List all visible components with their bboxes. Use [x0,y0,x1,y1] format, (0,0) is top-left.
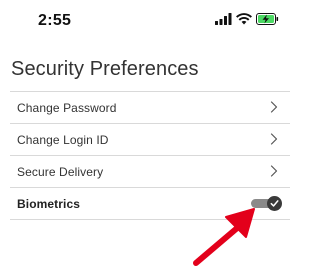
battery-charging-icon [256,13,279,25]
settings-item-secure-delivery[interactable]: Secure Delivery [10,155,290,187]
wifi-icon [236,13,252,25]
red-arrow-icon [193,208,255,266]
status-bar: 2:55 [0,0,299,40]
mobile-screen: 2:55 Security Preferences Change Passwor… [0,0,299,273]
signal-icon [215,13,232,25]
status-icons [215,13,279,29]
chevron-right-icon [270,133,278,145]
settings-item-change-password[interactable]: Change Password [10,91,290,123]
settings-item-label: Secure Delivery [17,164,104,179]
security-settings-list: Change Password Change Login ID Secure D… [10,91,290,220]
chevron-right-icon [270,101,278,113]
status-time: 2:55 [38,12,72,29]
settings-item-label: Biometrics [17,196,81,211]
chevron-right-icon [270,165,278,177]
page-title: Security Preferences [11,58,199,80]
settings-item-label: Change Login ID [17,132,109,147]
checkmark-icon [270,200,279,207]
settings-item-change-login-id[interactable]: Change Login ID [10,123,290,155]
settings-item-label: Change Password [17,100,117,115]
